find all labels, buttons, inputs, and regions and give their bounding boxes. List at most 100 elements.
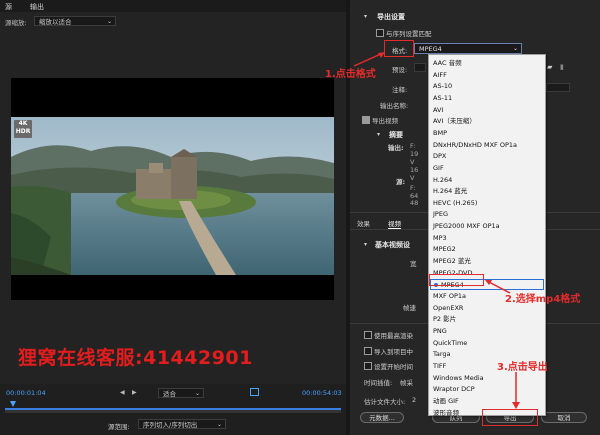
play-in-icon[interactable]: ◀ xyxy=(120,389,125,396)
format-option[interactable]: P2 影片 xyxy=(433,314,456,325)
format-option-label: P2 影片 xyxy=(433,315,457,324)
match-sequence-checkbox[interactable] xyxy=(376,29,384,37)
format-option[interactable]: MP3 xyxy=(433,233,447,244)
format-option-label: MP3 xyxy=(433,233,447,242)
format-option[interactable]: AVI（未压缩） xyxy=(433,116,476,127)
format-option[interactable]: Targa xyxy=(433,349,451,360)
tab-effects[interactable]: 效果 xyxy=(357,218,370,228)
time-interp-value[interactable]: 帧采 xyxy=(400,377,413,387)
format-option-label: JPEG2000 MXF OP1a xyxy=(433,222,500,231)
est-size-value: 2 xyxy=(412,396,417,404)
tab-video[interactable]: 视频 xyxy=(388,218,401,229)
format-option[interactable]: AIFF xyxy=(433,70,447,81)
folder-icon[interactable]: ▰ xyxy=(547,63,552,71)
export-video-checkbox[interactable] xyxy=(362,116,370,124)
export-video-label: 导出视频 xyxy=(372,117,398,125)
comments-field[interactable] xyxy=(546,83,570,92)
format-option-label: 动画 GIF xyxy=(433,396,459,405)
format-option-label: BMP xyxy=(433,128,447,137)
fit-select[interactable]: 适合 ⌄ xyxy=(158,388,204,398)
format-option[interactable]: 波形音频 xyxy=(433,408,459,419)
format-option[interactable]: AS-11 xyxy=(433,93,452,104)
format-option[interactable]: MPEG2 蓝光 xyxy=(433,256,471,267)
preset-label: 预设: xyxy=(392,66,408,74)
tab-output[interactable]: 输出 xyxy=(30,2,44,12)
format-option[interactable]: OpenEXR xyxy=(433,303,463,314)
format-option[interactable]: JPEG2000 MXF OP1a xyxy=(433,221,500,232)
import-project-label: 导入到项目中 xyxy=(374,348,413,356)
source-scaling-value: 缩放以适合 xyxy=(39,18,72,26)
collapse-arrow-icon[interactable]: ▾ xyxy=(377,131,380,138)
summary-source-label: 源: xyxy=(396,178,406,186)
format-select[interactable]: MPEG4 ⌄ xyxy=(414,43,522,54)
format-option-label: 波形音频 xyxy=(433,408,459,417)
preset-field[interactable] xyxy=(414,63,426,72)
format-option[interactable]: AS-10 xyxy=(433,81,452,92)
format-option[interactable]: TIFF xyxy=(433,361,446,372)
summary-title: 摘要 xyxy=(389,131,403,139)
metadata-button[interactable]: 元数据... xyxy=(360,412,404,423)
collapse-arrow-icon[interactable]: ▾ xyxy=(364,241,367,248)
chevron-down-icon: ⌄ xyxy=(194,390,200,397)
source-range-select[interactable]: 序列切入/序列切出 ⌄ xyxy=(138,419,226,429)
chevron-down-icon: ⌄ xyxy=(512,45,518,52)
play-out-icon[interactable]: ▶ xyxy=(132,389,137,396)
max-render-checkbox[interactable] xyxy=(364,331,372,339)
format-option-label: JPEG xyxy=(433,210,448,219)
format-option[interactable]: DPX xyxy=(433,151,446,162)
format-option[interactable]: MPEG2 xyxy=(433,244,456,255)
format-option[interactable]: AVI xyxy=(433,105,443,116)
video-frame-image xyxy=(11,117,334,275)
format-option[interactable]: JPEG xyxy=(433,209,448,220)
cancel-button[interactable]: 取消 xyxy=(541,412,587,423)
format-option[interactable]: HEVC (H.265) xyxy=(433,198,477,209)
comments-label: 注释: xyxy=(392,86,408,94)
format-option[interactable]: Windows Media xyxy=(433,373,484,384)
format-option-label: DNxHR/DNxHD MXF OP1a xyxy=(433,140,518,149)
format-option-label: AIFF xyxy=(433,70,447,79)
format-option[interactable]: QuickTime xyxy=(433,338,467,349)
start-timecode-label: 设置开始时间 xyxy=(374,363,413,371)
tab-source[interactable]: 源 xyxy=(5,2,12,12)
format-option[interactable]: Wraptor DCP xyxy=(433,384,475,395)
crop-icon[interactable] xyxy=(250,388,259,396)
playhead-handle[interactable] xyxy=(10,401,16,407)
format-option[interactable]: MXF OP1a xyxy=(433,291,466,302)
format-option-label: AAC 音频 xyxy=(433,59,462,67)
format-option[interactable]: 动画 GIF xyxy=(433,396,459,407)
summary-source-line-1: F: xyxy=(410,184,416,192)
watermark-text: 狸窝在线客服:41442901 xyxy=(18,347,253,369)
format-option[interactable]: PNG xyxy=(433,326,447,337)
chevron-down-icon: ⌄ xyxy=(216,421,222,428)
badge-hdr-label: HDR xyxy=(15,128,31,135)
timeline-range-fill xyxy=(5,408,341,410)
format-option-label: Wraptor DCP xyxy=(433,385,475,394)
frame-rate-label: 帧速 xyxy=(403,304,416,312)
source-scaling-row: 源缩放: 缩放以适合 ⌄ xyxy=(0,12,346,32)
annotation-step2: 2.选择mp4格式 xyxy=(505,294,581,305)
format-option-label: Targa xyxy=(433,350,451,359)
import-project-checkbox[interactable] xyxy=(364,347,372,355)
timecode-end: 00:00:54:03 xyxy=(302,389,342,397)
format-option-label: AS-10 xyxy=(433,82,453,91)
source-scaling-select[interactable]: 缩放以适合 ⌄ xyxy=(34,16,116,26)
format-option[interactable]: H.264 xyxy=(433,175,452,186)
time-interp-label: 时间插值: xyxy=(364,379,393,387)
collapse-arrow-icon[interactable]: ▾ xyxy=(364,13,367,20)
est-size-label: 估计文件大小: xyxy=(364,398,406,406)
format-option-label: TIFF xyxy=(433,361,447,370)
format-option-label: DPX xyxy=(433,152,447,161)
format-option-label: QuickTime xyxy=(433,338,468,347)
format-option-label: OpenEXR xyxy=(433,303,464,312)
format-option[interactable]: GIF xyxy=(433,163,444,174)
format-option[interactable]: H.264 蓝光 xyxy=(433,186,467,197)
badge-4k-label: 4K xyxy=(18,120,28,127)
format-option[interactable]: AAC 音频 xyxy=(433,58,462,69)
format-option-label: H.264 xyxy=(433,175,453,184)
format-option-label: Windows Media xyxy=(433,373,484,382)
start-timecode-checkbox[interactable] xyxy=(364,362,372,370)
format-option[interactable]: BMP xyxy=(433,128,447,139)
basic-video-settings-title: 基本视频设 xyxy=(375,241,410,249)
delete-preset-icon[interactable]: ▮ xyxy=(560,63,564,71)
format-option[interactable]: DNxHR/DNxHD MXF OP1a xyxy=(433,140,517,151)
